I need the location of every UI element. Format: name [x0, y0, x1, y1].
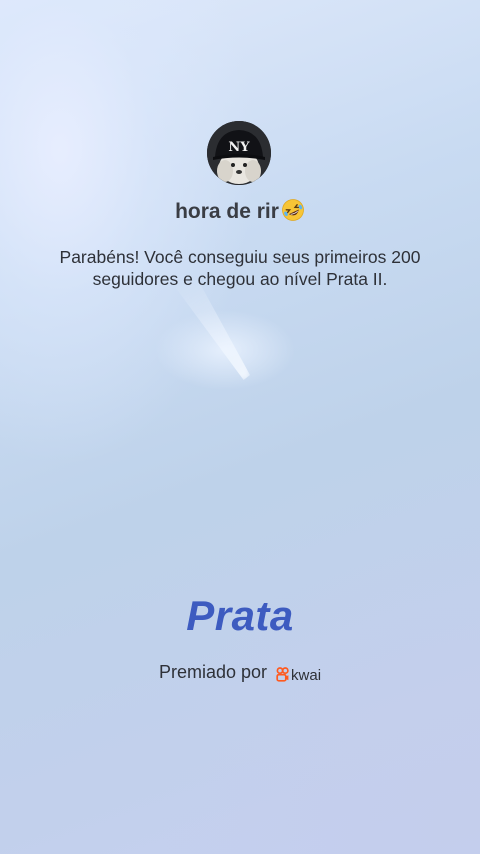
dog-avatar-icon: NY: [207, 121, 271, 185]
username-text: hora de rir: [175, 200, 279, 223]
avatar[interactable]: NY: [207, 121, 271, 185]
level-badge-title: Prata: [186, 592, 294, 639]
congratulations-message: Parabéns! Você conseguiu seus primeiros …: [59, 247, 421, 289]
awarded-by-line: Premiado por kwai: [0, 662, 480, 684]
kwai-brand: kwai: [276, 667, 321, 684]
username-heading: hora de rir: [0, 198, 480, 224]
kwai-brand-text: kwai: [291, 667, 322, 684]
svg-text:NY: NY: [228, 140, 250, 155]
awarded-by-label: Premiado por: [158, 662, 268, 682]
kwai-logo-icon: [276, 667, 289, 682]
laughing-emoji-icon: [282, 199, 304, 221]
light-beam-decoration: [170, 280, 250, 380]
